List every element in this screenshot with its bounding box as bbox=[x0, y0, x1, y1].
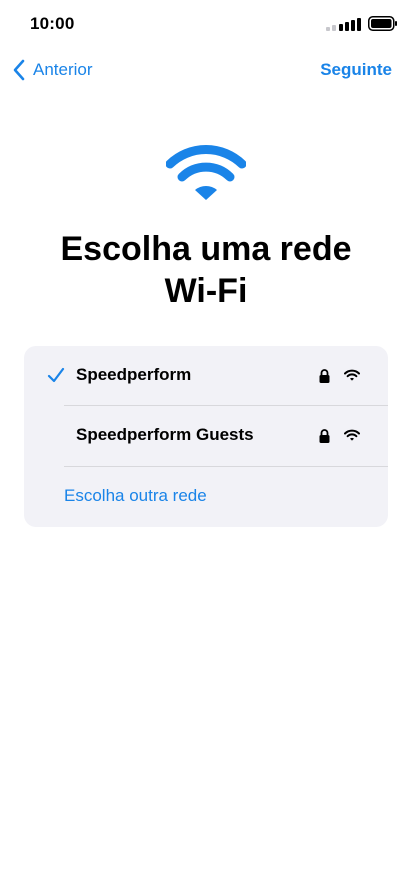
wifi-signal-icon bbox=[344, 369, 360, 381]
choose-other-network-button[interactable]: Escolha outra rede bbox=[24, 467, 388, 527]
network-row-speedperform-guests[interactable]: Speedperform Guests bbox=[24, 406, 388, 466]
next-button-label: Seguinte bbox=[320, 60, 392, 79]
lock-icon bbox=[319, 429, 330, 443]
back-button[interactable]: Anterior bbox=[12, 58, 93, 82]
status-time: 10:00 bbox=[30, 14, 75, 33]
home-indicator bbox=[0, 882, 412, 892]
network-row-speedperform[interactable]: Speedperform bbox=[24, 346, 388, 406]
lock-icon bbox=[319, 369, 330, 383]
wifi-icon bbox=[166, 145, 246, 200]
wifi-setup-screen: 10:00 Anterior Seguinte Escolha uma rede… bbox=[0, 0, 412, 892]
status-bar: 10:00 bbox=[0, 0, 412, 48]
network-list: Speedperform Speedperform Guests Escolha… bbox=[24, 346, 388, 527]
next-button[interactable]: Seguinte bbox=[320, 58, 392, 82]
wifi-signal-icon bbox=[344, 429, 360, 441]
network-name: Speedperform Guests bbox=[76, 425, 254, 444]
page-title: Escolha uma rede Wi-Fi bbox=[60, 230, 352, 310]
network-name: Speedperform bbox=[76, 365, 192, 384]
battery-icon bbox=[368, 16, 397, 31]
cellular-signal-icon bbox=[326, 18, 361, 31]
chevron-left-icon bbox=[13, 59, 25, 81]
choose-other-network-label: Escolha outra rede bbox=[64, 486, 207, 505]
checkmark-icon bbox=[47, 367, 65, 383]
back-button-label: Anterior bbox=[33, 60, 93, 79]
